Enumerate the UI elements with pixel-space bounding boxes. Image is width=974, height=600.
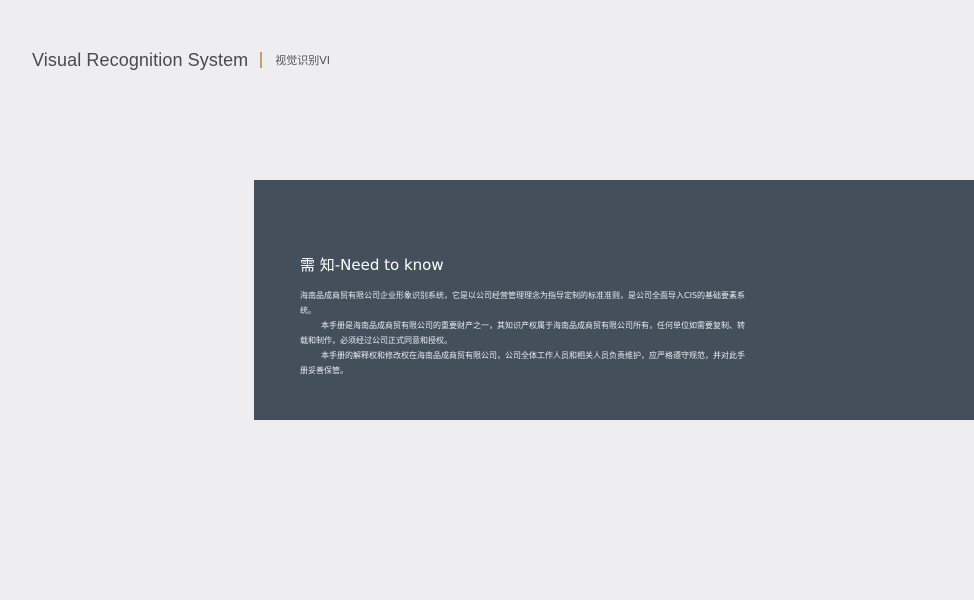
panel-body: 海南品成商贸有限公司企业形象识别系统，它是以公司经营管理理念为指导定制的标准准则… [300, 288, 748, 378]
header-title: Visual Recognition System [32, 49, 249, 70]
body-paragraph: 本手册的解释权和修改权在海南品成商贸有限公司，公司全体工作人员和相关人员负责维护… [300, 351, 745, 375]
panel-heading: 需 知-Need to know [300, 256, 444, 274]
header-divider [260, 52, 263, 68]
body-paragraph: 本手册是海南品成商贸有限公司的重要财产之一，其知识产权属于海南品成商贸有限公司所… [300, 321, 745, 345]
notice-panel: 需 知-Need to know 海南品成商贸有限公司企业形象识别系统，它是以公… [254, 180, 974, 420]
header-subtitle: 视觉识别VI [275, 54, 331, 67]
page-header: Visual Recognition System 视觉识别VI [32, 47, 330, 73]
body-paragraph: 海南品成商贸有限公司企业形象识别系统，它是以公司经营管理理念为指导定制的标准准则… [300, 291, 746, 315]
